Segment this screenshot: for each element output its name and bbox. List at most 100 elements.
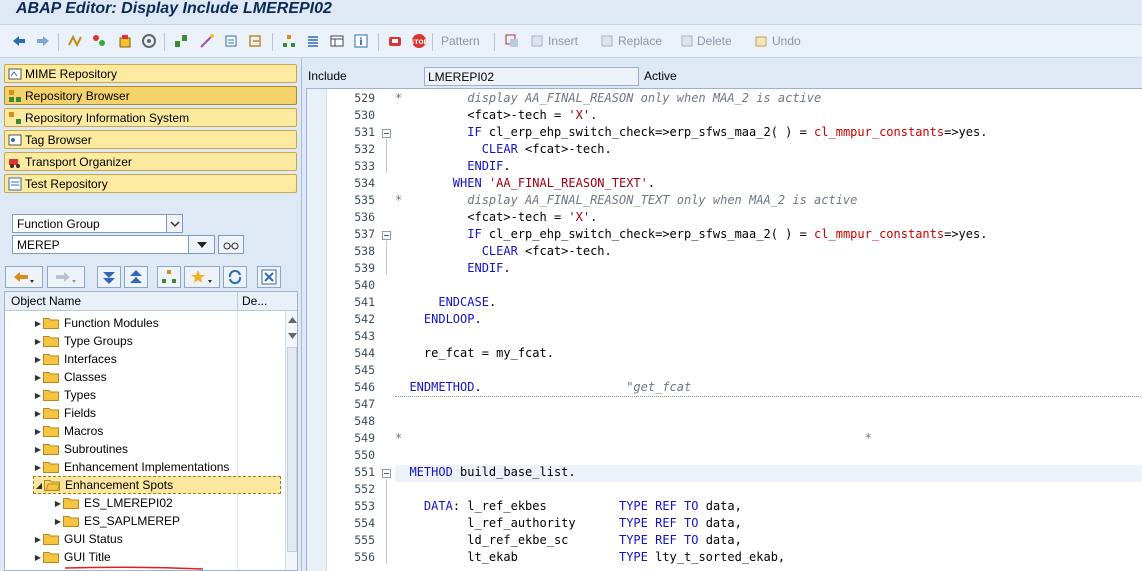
- collapsed-arrow-icon[interactable]: ▶: [33, 319, 43, 328]
- tree-node[interactable]: ▶ Function Modules: [33, 314, 159, 332]
- collapsed-arrow-icon[interactable]: ▶: [33, 535, 43, 544]
- table-icon[interactable]: [328, 32, 346, 50]
- tree-node[interactable]: ▶ Classes: [33, 368, 107, 386]
- tree-node[interactable]: ▶ GUI Status: [33, 530, 123, 548]
- code-line[interactable]: IF cl_erp_ehp_switch_check=>erp_sfws_maa…: [395, 125, 987, 139]
- display-object-list-icon[interactable]: [304, 32, 322, 50]
- collapsed-arrow-icon[interactable]: ▶: [33, 445, 43, 454]
- tree-node[interactable]: ◢ Enhancement Spots: [33, 476, 281, 494]
- code-line[interactable]: lt_ekab TYPE lty_t_sorted_ekab,: [395, 550, 785, 564]
- check-icon[interactable]: [140, 32, 158, 50]
- collapsed-arrow-icon[interactable]: ▶: [33, 553, 43, 562]
- back-icon[interactable]: [10, 32, 28, 50]
- tree-node[interactable]: ▶ Interfaces: [33, 350, 117, 368]
- replace-button[interactable]: Replace: [618, 34, 662, 48]
- collapsed-arrow-icon[interactable]: ▶: [33, 463, 43, 472]
- code-line[interactable]: ENDCASE.: [395, 295, 496, 309]
- collapsed-arrow-icon[interactable]: ▶: [33, 337, 43, 346]
- collapsed-arrow-icon[interactable]: ▶: [33, 427, 43, 436]
- collapsed-arrow-icon[interactable]: ▶: [33, 355, 43, 364]
- collapsed-arrow-icon[interactable]: ▶: [33, 373, 43, 382]
- code-line[interactable]: DATA: l_ref_ekbes TYPE REF TO data,: [395, 499, 742, 513]
- code-line[interactable]: CLEAR <fcat>-tech.: [395, 142, 612, 156]
- scroll-thumb[interactable]: [287, 347, 297, 552]
- code-line[interactable]: ENDLOOP.: [395, 312, 482, 326]
- fold-toggle-icon[interactable]: [382, 231, 391, 240]
- code-line[interactable]: IF cl_erp_ehp_switch_check=>erp_sfws_maa…: [395, 227, 987, 241]
- stop-icon[interactable]: STOP: [410, 32, 428, 50]
- object-name-input[interactable]: MEREP: [12, 235, 188, 254]
- display-change-icon[interactable]: [90, 32, 108, 50]
- code-line[interactable]: ld_ref_ekbe_sc TYPE REF TO data,: [395, 533, 742, 547]
- code-line[interactable]: * display AA_FINAL_REASON_TEXT only when…: [395, 193, 857, 207]
- code-line[interactable]: * *: [395, 431, 872, 445]
- other-object-icon[interactable]: [66, 32, 84, 50]
- code-line[interactable]: METHOD build_base_list.: [395, 465, 575, 479]
- undo-button[interactable]: Undo: [772, 34, 801, 48]
- code-line[interactable]: ENDIF.: [395, 261, 510, 275]
- tree-back-button[interactable]: [5, 266, 43, 288]
- tree-node[interactable]: ▶ Type Groups: [33, 332, 133, 350]
- debug-icon[interactable]: [386, 32, 404, 50]
- scroll-up-icon[interactable]: [288, 317, 297, 323]
- collapsed-arrow-icon[interactable]: ▶: [33, 409, 43, 418]
- column-description[interactable]: De...: [242, 294, 267, 308]
- nav-transport-organizer[interactable]: Transport Organizer: [4, 152, 297, 171]
- tree-node[interactable]: ▶ Types: [33, 386, 96, 404]
- fold-toggle-icon[interactable]: [382, 469, 391, 478]
- object-type-select[interactable]: Function Group: [12, 214, 183, 233]
- object-dropdown-button[interactable]: [188, 235, 215, 254]
- collapsed-arrow-icon[interactable]: ▶: [53, 499, 63, 508]
- tree-node[interactable]: ▶ Enhancement Implementations: [33, 458, 230, 476]
- collapsed-arrow-icon[interactable]: ▶: [33, 391, 43, 400]
- tree-forward-button[interactable]: [47, 266, 85, 288]
- fold-toggle-icon[interactable]: [382, 129, 391, 138]
- tree-node[interactable]: ▶ Fields: [33, 404, 96, 422]
- collapsed-arrow-icon[interactable]: ▶: [53, 517, 63, 526]
- chevron-down-icon[interactable]: [166, 215, 182, 232]
- include-name-field[interactable]: LMEREPI02: [424, 67, 639, 86]
- code-line[interactable]: ENDMETHOD. "get_fcat: [395, 380, 691, 394]
- forward-icon[interactable]: [34, 32, 52, 50]
- collapse-button[interactable]: [124, 266, 148, 288]
- expanded-arrow-icon[interactable]: ◢: [34, 481, 44, 490]
- tree-node[interactable]: ▶ ES_SAPLMEREP: [53, 512, 180, 530]
- nav-test-repository[interactable]: Test Repository: [4, 174, 297, 193]
- insert-cut-icon[interactable]: [503, 32, 521, 50]
- scroll-down-icon[interactable]: [288, 333, 297, 339]
- code-line[interactable]: <fcat>-tech = 'X'.: [395, 210, 597, 224]
- object-list-icon[interactable]: [246, 32, 264, 50]
- display-button[interactable]: [218, 235, 244, 254]
- code-line[interactable]: * display AA_FINAL_REASON only when MAA_…: [395, 91, 821, 105]
- refresh-button[interactable]: [223, 266, 247, 288]
- nav-tag-browser[interactable]: Tag Browser: [4, 130, 297, 149]
- hierarchy-icon[interactable]: [280, 32, 298, 50]
- column-object-name[interactable]: Object Name: [11, 294, 81, 308]
- delete-button[interactable]: Delete: [697, 34, 732, 48]
- nav-repository-browser[interactable]: Repository Browser: [4, 86, 297, 105]
- active-inactive-icon[interactable]: [116, 32, 134, 50]
- insert-button[interactable]: Insert: [548, 34, 578, 48]
- code-editor[interactable]: 529 * display AA_FINAL_REASON only when M…: [306, 88, 1142, 571]
- where-used-icon[interactable]: [172, 32, 190, 50]
- nav-repository-information-system[interactable]: Repository Information System: [4, 108, 297, 127]
- nav-mime-repository[interactable]: MIME Repository: [4, 64, 297, 83]
- test-icon[interactable]: [222, 32, 240, 50]
- tree-scrollbar[interactable]: [285, 311, 297, 570]
- code-line[interactable]: WHEN 'AA_FINAL_REASON_TEXT'.: [395, 176, 655, 190]
- close-tree-button[interactable]: [257, 266, 281, 288]
- code-line[interactable]: <fcat>-tech = 'X'.: [395, 108, 597, 122]
- favorites-button[interactable]: [184, 266, 220, 288]
- tree-node[interactable]: ▶ ES_LMEREPI02: [53, 494, 173, 512]
- activate-icon[interactable]: [198, 32, 216, 50]
- code-line[interactable]: ENDIF.: [395, 159, 510, 173]
- code-line[interactable]: l_ref_authority TYPE REF TO data,: [395, 516, 742, 530]
- tree-node[interactable]: ▶ Subroutines: [33, 440, 128, 458]
- info-icon[interactable]: i: [352, 32, 370, 50]
- expand-button[interactable]: [97, 266, 121, 288]
- code-line[interactable]: CLEAR <fcat>-tech.: [395, 244, 612, 258]
- hierarchy-button[interactable]: [157, 266, 181, 288]
- code-line[interactable]: re_fcat = my_fcat.: [395, 346, 554, 360]
- pattern-button[interactable]: Pattern: [441, 34, 480, 48]
- tree-node[interactable]: ▶ Macros: [33, 422, 103, 440]
